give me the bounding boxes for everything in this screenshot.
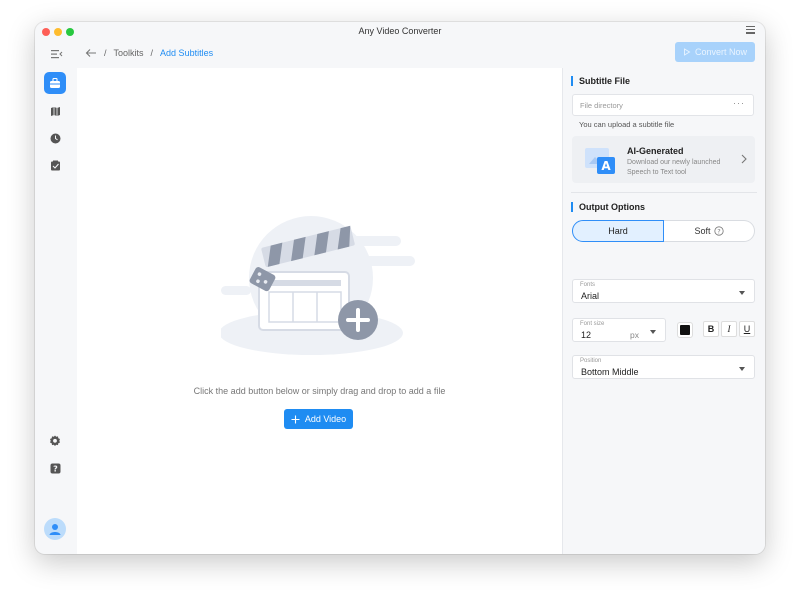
- sidebar-item-toolkit[interactable]: [44, 72, 66, 94]
- help-circle-icon[interactable]: ?: [713, 226, 724, 236]
- soft-subtitle-option[interactable]: Soft ?: [664, 220, 755, 242]
- sidebar-item-tasks[interactable]: [44, 154, 66, 176]
- breadcrumb-current: Add Subtitles: [160, 48, 214, 58]
- play-icon: [684, 48, 691, 56]
- sidebar: ?: [35, 68, 77, 554]
- plus-icon: [291, 415, 300, 423]
- sidebar-item-settings[interactable]: [44, 430, 66, 452]
- user-avatar[interactable]: [44, 518, 66, 540]
- window-title: Any Video Converter: [358, 26, 442, 36]
- toolkit-icon: [50, 77, 60, 88]
- help-question-icon: ?: [50, 463, 60, 473]
- map-icon: [50, 106, 60, 116]
- file-directory-placeholder: File directory: [580, 101, 623, 110]
- divider: [571, 192, 757, 193]
- subtitle-mode-toggle: Hard Soft ?: [572, 220, 755, 242]
- settings-gear-icon: [50, 435, 60, 446]
- underline-button[interactable]: U: [739, 321, 755, 337]
- soft-option-label: Soft: [694, 226, 711, 236]
- chevron-right-icon: [741, 154, 747, 164]
- caret-down-icon: [739, 291, 745, 295]
- convert-now-label: Convert Now: [694, 47, 748, 57]
- bold-button[interactable]: B: [703, 321, 719, 337]
- user-avatar-icon: [49, 524, 61, 535]
- svg-text:?: ?: [717, 227, 720, 235]
- history-clock-icon: [50, 133, 60, 143]
- font-size-label: Font size: [580, 321, 605, 327]
- browse-more-icon[interactable]: ···: [733, 98, 745, 108]
- font-size-unit: px: [630, 330, 639, 340]
- collapse-sidebar-icon[interactable]: [51, 49, 63, 59]
- ai-generated-card[interactable]: A AI-Generated Download our newly launch…: [572, 136, 755, 183]
- add-video-button[interactable]: Add Video: [284, 409, 353, 429]
- convert-now-button[interactable]: Convert Now: [675, 42, 755, 62]
- position-dropdown[interactable]: Position Bottom Middle: [572, 355, 755, 379]
- fonts-dropdown[interactable]: Fonts Arial: [572, 279, 755, 303]
- breadcrumb-separator: /: [150, 48, 154, 58]
- text-format-group: B I U: [703, 321, 755, 339]
- position-value: Bottom Middle: [581, 367, 639, 377]
- drop-zone[interactable]: Click the add button below or simply dra…: [77, 68, 563, 554]
- font-color-picker[interactable]: [677, 322, 693, 338]
- ai-card-title: AI-Generated: [627, 146, 684, 156]
- add-video-label: Add Video: [304, 414, 347, 424]
- breadcrumb-toolkits-link[interactable]: Toolkits: [114, 48, 144, 58]
- ai-subtitle-thumb-icon: A: [585, 148, 615, 174]
- settings-panel: Subtitle File File directory ··· You can…: [563, 68, 765, 554]
- ai-thumb-letter: A: [601, 159, 611, 173]
- svg-text:?: ?: [53, 464, 58, 473]
- font-size-field[interactable]: Font size 12 px: [572, 318, 666, 342]
- caret-down-icon: [739, 367, 745, 371]
- ai-card-description: Download our newly launched Speech to Te…: [627, 159, 721, 176]
- toolbar: / Toolkits / Add Subtitles Convert Now: [35, 42, 765, 68]
- sidebar-item-history[interactable]: [44, 127, 66, 149]
- breadcrumb-separator: /: [104, 48, 107, 58]
- fonts-value: Arial: [581, 291, 600, 301]
- file-directory-input[interactable]: File directory ···: [572, 94, 754, 116]
- italic-button[interactable]: I: [721, 321, 737, 337]
- back-arrow-icon[interactable]: [85, 48, 97, 58]
- hard-subtitle-option[interactable]: Hard: [572, 220, 664, 242]
- output-options-heading: Output Options: [571, 202, 645, 212]
- breadcrumb: / Toolkits / Add Subtitles: [85, 48, 213, 58]
- title-bar: Any Video Converter: [35, 22, 765, 42]
- fonts-label: Fonts: [580, 282, 596, 288]
- drop-hint-text: Click the add button below or simply dra…: [193, 386, 446, 396]
- hard-option-label: Hard: [608, 226, 628, 236]
- sidebar-item-help[interactable]: ?: [44, 457, 66, 479]
- sidebar-item-map[interactable]: [44, 100, 66, 122]
- position-label: Position: [580, 358, 602, 364]
- color-swatch-fill: [680, 325, 690, 335]
- hamburger-menu-icon[interactable]: [746, 26, 755, 35]
- subtitle-file-heading: Subtitle File: [571, 76, 630, 86]
- font-size-value: 12: [581, 330, 592, 340]
- caret-down-icon: [650, 330, 656, 334]
- upload-note: You can upload a subtitle file: [579, 120, 675, 129]
- tasks-check-icon: [50, 160, 60, 170]
- clapperboard-add-illustration: [221, 216, 415, 355]
- app-window: Any Video Converter / Toolkits / Add Sub…: [35, 22, 765, 554]
